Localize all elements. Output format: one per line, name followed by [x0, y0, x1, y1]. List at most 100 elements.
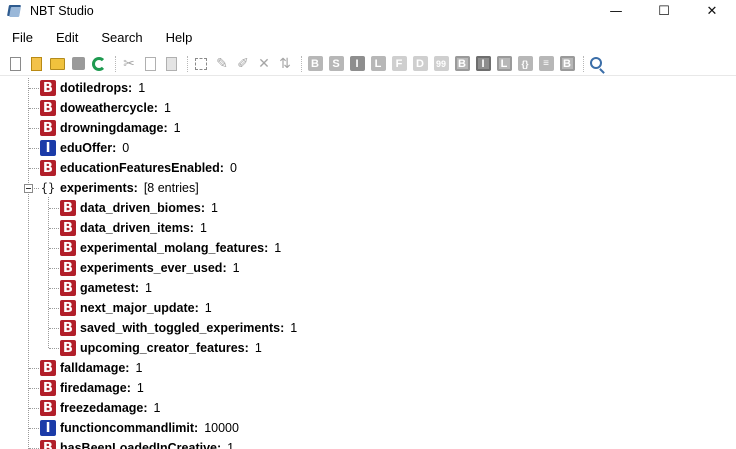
select-button[interactable] — [192, 55, 210, 73]
toolbar-separator — [187, 55, 188, 72]
tree-node[interactable]: BeducationFeaturesEnabled: 0 — [40, 158, 237, 178]
tree-connector — [29, 128, 39, 129]
tag-name: upcoming_creator_features: — [80, 341, 249, 355]
tag-name: experiments_ever_used: — [80, 261, 227, 275]
delete-button[interactable]: ✕ — [255, 55, 273, 73]
add-int-array-button[interactable]: I — [474, 55, 492, 73]
edit-button[interactable]: ✎ — [213, 55, 231, 73]
add-double-button[interactable]: D — [411, 55, 429, 73]
refresh-button[interactable] — [90, 55, 108, 73]
tree-node[interactable]: Bsaved_with_toggled_experiments: 1 — [60, 318, 297, 338]
folder-icon — [49, 57, 65, 70]
toolbar-separator — [115, 55, 116, 72]
tree-node[interactable]: Bfreezedamage: 1 — [40, 398, 161, 418]
tag-value: 1 — [199, 221, 207, 235]
copy-button[interactable] — [141, 55, 159, 73]
cut-button[interactable]: ✂ — [120, 55, 138, 73]
save-icon — [71, 57, 85, 70]
sort-button[interactable]: ⇅ — [276, 55, 294, 73]
close-button[interactable]: ✕ — [688, 0, 736, 22]
rename-button[interactable]: ✐ — [234, 55, 252, 73]
tree-connector — [49, 328, 59, 329]
menu-help[interactable]: Help — [154, 27, 204, 49]
short-tag-icon: S — [328, 56, 344, 71]
byte-tag-icon: B — [40, 440, 56, 449]
tag-value: 1 — [173, 121, 181, 135]
int-tag-icon: I — [40, 140, 56, 156]
tree-node[interactable]: IeduOffer: 0 — [40, 138, 129, 158]
tag-name: saved_with_toggled_experiments: — [80, 321, 285, 335]
add-float-button[interactable]: F — [390, 55, 408, 73]
add-string-button[interactable]: 99 — [432, 55, 450, 73]
add-byte-array-button[interactable]: B — [453, 55, 471, 73]
add-long-array-button[interactable]: L — [495, 55, 513, 73]
tag-value: 1 — [211, 201, 218, 215]
open-folder-button[interactable] — [48, 55, 66, 73]
tree-node[interactable]: Bexperimental_molang_features: 1 — [60, 238, 281, 258]
minimize-button[interactable]: — — [592, 0, 640, 22]
sort-icon: ⇅ — [279, 55, 291, 72]
tag-tree[interactable]: Bdotiledrops: 1 Bdoweathercycle: 1 Bdrowning… — [0, 78, 736, 449]
tree-node[interactable]: Bdata_driven_biomes: 1 — [60, 198, 218, 218]
byte-tag-icon: B — [40, 360, 56, 376]
collapse-toggle[interactable] — [24, 184, 33, 193]
tree-node[interactable]: Bfiredamage: 1 — [40, 378, 144, 398]
save-button[interactable] — [69, 55, 87, 73]
tree-node[interactable]: Bdoweathercycle: 1 — [40, 98, 171, 118]
tag-name: hasBeenLoadedInCreative: — [60, 441, 222, 449]
add-list-button[interactable]: ≡ — [537, 55, 555, 73]
tree-node[interactable]: Bexperiments_ever_used: 1 — [60, 258, 240, 278]
tag-name: gametest: — [80, 281, 140, 295]
tree-connector — [49, 288, 59, 289]
tag-name: experimental_molang_features: — [80, 241, 269, 255]
add-short-button[interactable]: S — [327, 55, 345, 73]
maximize-button[interactable]: ☐ — [640, 0, 688, 22]
new-file-button[interactable] — [6, 55, 24, 73]
tree-node[interactable]: Bdrowningdamage: 1 — [40, 118, 181, 138]
add-long-button[interactable]: L — [369, 55, 387, 73]
tag-value: 1 — [290, 321, 298, 335]
tree-connector — [49, 228, 59, 229]
menu-edit[interactable]: Edit — [44, 27, 89, 49]
add-int-button[interactable]: I — [348, 55, 366, 73]
tag-name: educationFeaturesEnabled: — [60, 161, 224, 175]
add-chunk-button[interactable]: B — [558, 55, 576, 73]
tree-node[interactable]: Bdata_driven_items: 1 — [60, 218, 207, 238]
menu-file[interactable]: File — [0, 27, 44, 49]
tree-guide-experiments — [48, 194, 49, 348]
tree-node[interactable]: Bnext_major_update: 1 — [60, 298, 212, 318]
byte-tag-icon: B — [60, 220, 76, 236]
search-button[interactable] — [588, 55, 606, 73]
tag-value: 0 — [229, 161, 237, 175]
tree-connector — [29, 148, 39, 149]
tree-node[interactable]: Bgametest: 1 — [60, 278, 152, 298]
tree-connector — [49, 268, 59, 269]
tree-connector — [29, 428, 39, 429]
tree-node[interactable]: Bfalldamage: 1 — [40, 358, 142, 378]
byte-tag-icon: B — [60, 260, 76, 276]
menu-search[interactable]: Search — [89, 27, 153, 49]
tree-connector — [49, 348, 59, 349]
open-file-button[interactable] — [27, 55, 45, 73]
tag-name: firedamage: — [60, 381, 131, 395]
tree-node[interactable]: Bdotiledrops: 1 — [40, 78, 145, 98]
paste-button[interactable] — [162, 55, 180, 73]
window-controls: — ☐ ✕ — [592, 0, 736, 22]
tag-value: 1 — [254, 341, 262, 355]
tree-node[interactable]: Ifunctioncommandlimit: 10000 — [40, 418, 239, 438]
tree-node[interactable]: BhasBeenLoadedInCreative: 1 — [40, 438, 234, 449]
tree-node[interactable]: {} experiments: [8 entries] — [40, 178, 199, 198]
int-tag-icon: I — [349, 56, 365, 71]
add-byte-button[interactable]: B — [306, 55, 324, 73]
menu-bar: File Edit Search Help — [0, 27, 736, 49]
cut-icon: ✂ — [123, 55, 135, 72]
tree-node[interactable]: Bupcoming_creator_features: 1 — [60, 338, 262, 358]
add-compound-button[interactable]: {} — [516, 55, 534, 73]
tree-connector — [29, 368, 39, 369]
window-title: NBT Studio — [30, 4, 94, 18]
copy-icon — [144, 56, 156, 71]
tree-guide-root — [28, 78, 29, 449]
byte-tag-icon: B — [307, 56, 323, 71]
tag-value: [8 entries] — [143, 181, 199, 195]
tag-name: drowningdamage: — [60, 121, 168, 135]
